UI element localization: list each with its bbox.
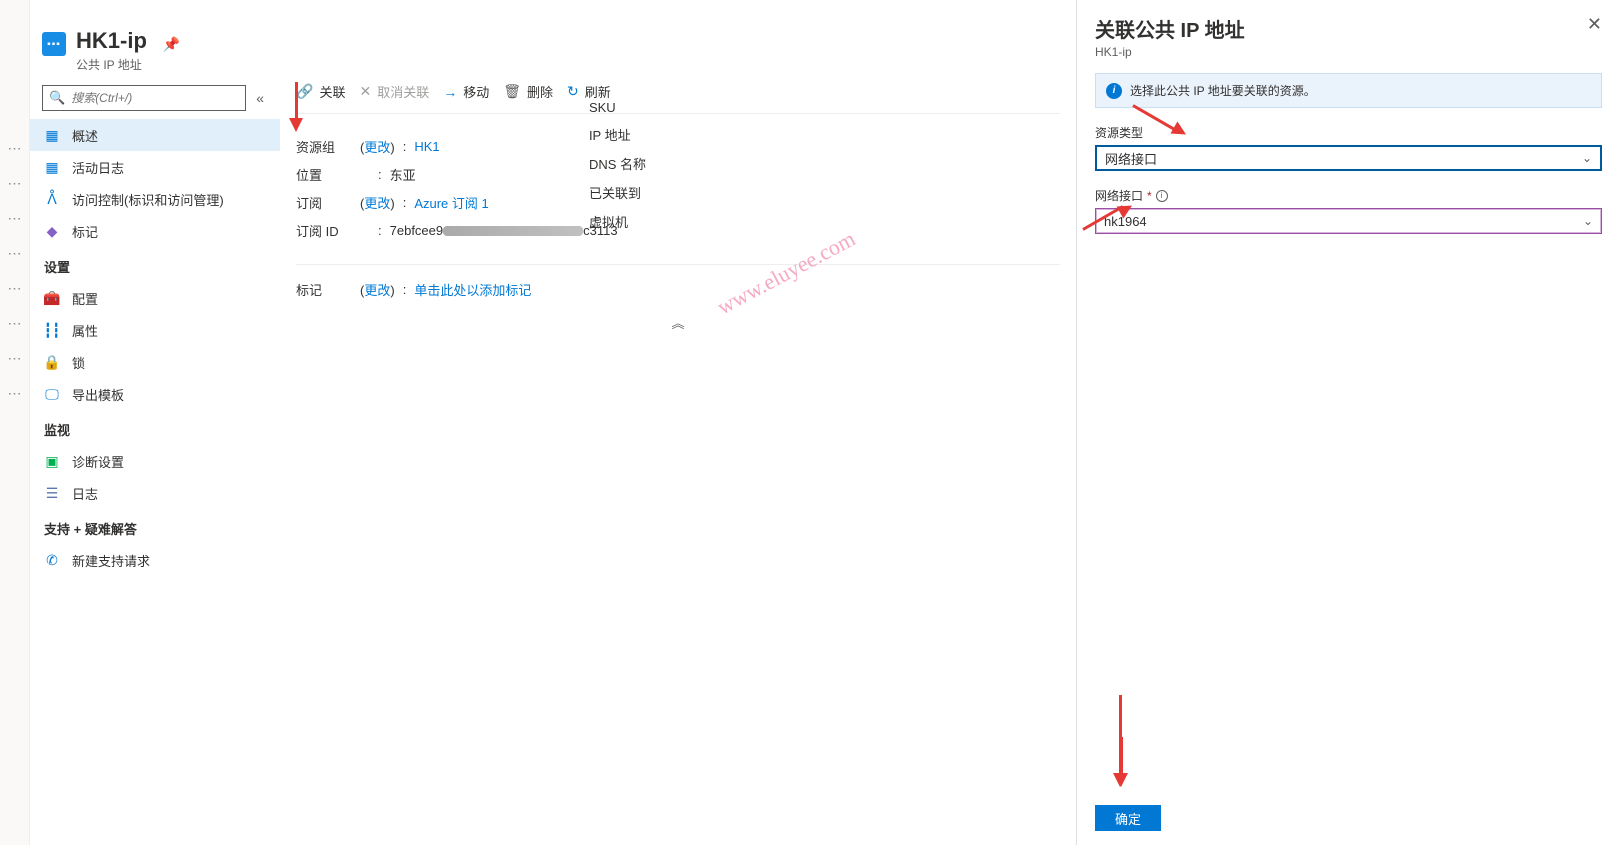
export-icon: 🖵 [44,386,60,403]
config-icon: 🧰 [44,290,60,307]
search-box[interactable]: 🔍 [42,85,246,111]
nav-overview[interactable]: ▦概述 [30,119,280,151]
collapse-sidebar-icon[interactable]: « [252,90,268,106]
panel-title: 关联公共 IP 地址 [1095,14,1245,43]
info-text: 选择此公共 IP 地址要关联的资源。 [1130,82,1316,99]
trash-icon: 🗑 [503,83,521,100]
diagnostics-icon: ▣ [44,453,60,470]
tags-change-link[interactable]: 更改 [364,283,390,298]
page-subtitle: 公共 IP 地址 [76,56,147,73]
pin-icon[interactable]: 📌 [163,36,180,53]
log-icon: ▦ [44,159,60,176]
section-monitor: 监视 [30,410,280,445]
rail-dots-icon[interactable]: ⋯ [8,280,22,297]
rail-dots-icon[interactable]: ⋯ [8,350,22,367]
tag-icon: ◆ [44,223,60,240]
nav-export-template[interactable]: 🖵导出模板 [30,378,280,410]
properties-icon: ┇┇ [44,322,60,339]
iam-icon: ᐰ [44,191,60,208]
resource-type-select[interactable]: 网络接口 ⌄ [1095,145,1602,171]
link-icon: 🔗 [296,83,313,100]
disassociate-button: ✕取消关联 [359,82,429,101]
search-input[interactable] [71,91,239,105]
vm-label: 虚拟机 [589,212,646,231]
sub-change-link[interactable]: 更改 [364,196,390,211]
rail-dots-icon[interactable]: ⋯ [8,140,22,157]
side-panel: 关联公共 IP 地址 HK1-ip ✕ i 选择此公共 IP 地址要关联的资源。… [1076,0,1620,845]
nic-select[interactable]: hk1964 ⌄ [1095,208,1602,234]
annotation-arrow-head [1113,773,1127,787]
page-header: ▪▪▪ HK1-ip 公共 IP 地址 📌 [30,0,280,85]
x-icon: ✕ [359,83,371,100]
sku-label: SKU [589,100,646,115]
nav-diagnostics[interactable]: ▣诊断设置 [30,445,280,477]
lock-icon: 🔒 [44,354,60,371]
close-icon[interactable]: ✕ [1587,14,1602,35]
delete-button[interactable]: 🗑删除 [503,82,553,101]
sub-label: 订阅 [296,193,360,212]
section-settings: 设置 [30,247,280,282]
rail-dots-icon[interactable]: ⋯ [8,245,22,262]
tags-label: 标记 [296,280,360,299]
support-icon: ✆ [44,552,60,569]
main-content: 🔗关联 ✕取消关联 →移动 🗑删除 ↻刷新 资源组 (更改) : HK1 位置 … [280,0,1076,845]
nav-activity-log[interactable]: ▦活动日志 [30,151,280,183]
sidebar: ▪▪▪ HK1-ip 公共 IP 地址 📌 🔍 « ▦概述 ▦活动日志 ᐰ访问控… [30,0,280,845]
sub-value[interactable]: Azure 订阅 1 [414,193,488,212]
refresh-icon: ↻ [567,83,579,100]
icon-rail: ⋯ ⋯ ⋯ ⋯ ⋯ ⋯ ⋯ ⋯ [0,0,30,845]
resource-type-value: 网络接口 [1105,149,1157,168]
panel-subtitle: HK1-ip [1095,45,1245,59]
loc-value: 东亚 [390,165,416,184]
subid-label: 订阅 ID [296,221,360,240]
section-support: 支持 + 疑难解答 [30,509,280,544]
arrow-right-icon: → [443,84,457,100]
nav-new-support[interactable]: ✆新建支持请求 [30,544,280,576]
right-labels: SKU IP 地址 DNS 名称 已关联到 虚拟机 [589,100,646,231]
rg-change-link[interactable]: 更改 [364,140,390,155]
refresh-button[interactable]: ↻刷新 [567,82,611,101]
tags-value[interactable]: 单击此处以添加标记 [414,280,531,299]
associate-button[interactable]: 🔗关联 [296,82,345,101]
info-tooltip-icon[interactable]: i [1156,190,1168,202]
rail-dots-icon[interactable]: ⋯ [8,385,22,402]
info-icon: i [1106,83,1122,99]
toolbar: 🔗关联 ✕取消关联 →移动 🗑删除 ↻刷新 [296,82,1060,114]
info-banner: i 选择此公共 IP 地址要关联的资源。 [1095,73,1602,108]
properties-block: 资源组 (更改) : HK1 位置 : 东亚 订阅 (更改) : Azure 订… [296,132,1060,332]
overview-icon: ▦ [44,127,60,144]
rail-dots-icon[interactable]: ⋯ [8,210,22,227]
dns-label: DNS 名称 [589,154,646,173]
ok-button[interactable]: 确定 [1095,805,1161,831]
nic-value: hk1964 [1104,214,1147,229]
page-title: HK1-ip [76,28,147,54]
resource-type-label: 资源类型 [1095,124,1602,141]
assoc-label: 已关联到 [589,183,646,202]
redaction-bar [443,226,583,236]
nav-properties[interactable]: ┇┇属性 [30,314,280,346]
annotation-arrow-stem [1119,695,1122,775]
rg-value[interactable]: HK1 [414,139,439,154]
loc-label: 位置 [296,165,360,184]
chevron-down-icon: ⌄ [1582,151,1592,165]
subid-value: 7ebfcee9c3113 [390,223,618,238]
nav-locks[interactable]: 🔒锁 [30,346,280,378]
collapse-up-icon[interactable]: ︽ [296,313,1060,332]
nav-list: ▦概述 ▦活动日志 ᐰ访问控制(标识和访问管理) ◆标记 设置 🧰配置 ┇┇属性… [30,119,280,576]
move-button[interactable]: →移动 [443,82,489,101]
nav-config[interactable]: 🧰配置 [30,282,280,314]
ip-label: IP 地址 [589,125,646,144]
nav-iam[interactable]: ᐰ访问控制(标识和访问管理) [30,183,280,215]
logs-icon: ☰ [44,485,60,502]
rail-dots-icon[interactable]: ⋯ [8,315,22,332]
nav-tags[interactable]: ◆标记 [30,215,280,247]
nic-label: 网络接口* i [1095,187,1602,204]
nav-logs[interactable]: ☰日志 [30,477,280,509]
rail-dots-icon[interactable]: ⋯ [8,175,22,192]
search-icon: 🔍 [49,90,65,106]
chevron-down-icon: ⌄ [1583,214,1593,228]
resource-icon: ▪▪▪ [42,32,66,56]
rg-label: 资源组 [296,137,360,156]
